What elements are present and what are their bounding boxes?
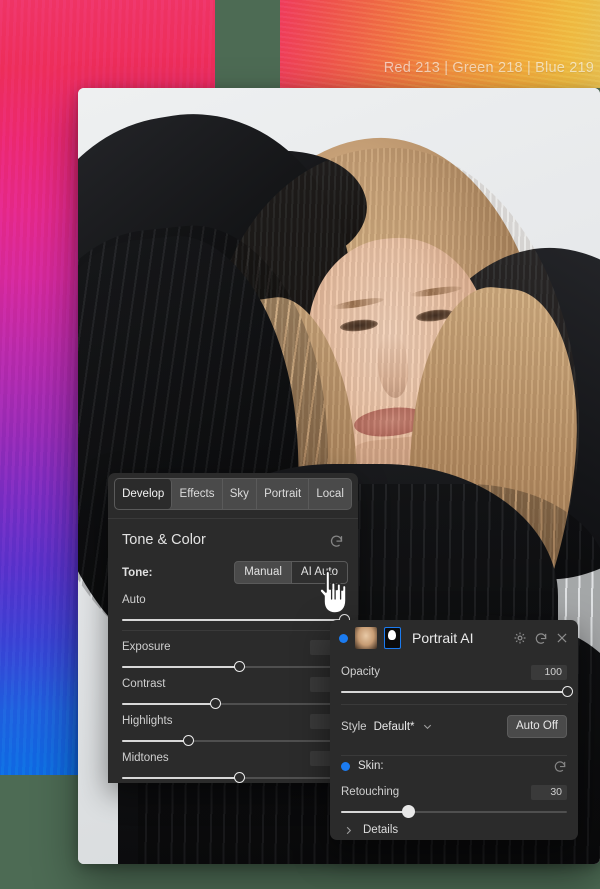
- close-icon[interactable]: [555, 631, 569, 645]
- style-label: Style: [341, 720, 367, 733]
- undo-arrow-icon[interactable]: [329, 533, 344, 548]
- chevron-right-icon[interactable]: [343, 825, 354, 836]
- slider-midtones: Midtones: [108, 742, 358, 783]
- layer-thumbnail[interactable]: [355, 627, 377, 649]
- section-title: Tone & Color: [122, 532, 206, 548]
- skin-section-header: Skin:: [330, 756, 578, 776]
- slider-label-highlights: Highlights: [122, 715, 173, 727]
- tone-manual-button[interactable]: Manual: [235, 562, 292, 583]
- slider-label-contrast: Contrast: [122, 678, 166, 690]
- opacity-label: Opacity: [341, 666, 380, 678]
- details-disclosure[interactable]: Details: [330, 813, 578, 836]
- mask-thumbnail[interactable]: [384, 627, 401, 649]
- opacity-control: Opacity 100: [330, 656, 578, 705]
- slider-contrast: Contrast: [108, 668, 358, 709]
- portrait-ai-header: Portrait AI: [330, 620, 578, 656]
- style-value[interactable]: Default*: [374, 721, 415, 733]
- blue-dot-icon[interactable]: [341, 761, 350, 771]
- tab-effects[interactable]: Effects: [172, 479, 223, 509]
- tab-local[interactable]: Local: [309, 479, 351, 509]
- details-label: Details: [363, 824, 399, 836]
- slider-track-contrast[interactable]: [122, 698, 344, 709]
- skin-separator-block: [330, 738, 578, 756]
- slider-highlights: Highlights: [108, 705, 358, 746]
- slider-track-highlights[interactable]: [122, 735, 344, 746]
- undo-arrow-icon[interactable]: [553, 759, 567, 773]
- slider-exposure: Exposure: [108, 631, 358, 672]
- develop-tabbar: Develop Effects Sky Portrait Local: [114, 478, 352, 510]
- slider-track-midtones[interactable]: [122, 772, 344, 783]
- style-row: Style Default* Auto Off: [330, 705, 578, 738]
- undo-arrow-icon[interactable]: [534, 631, 548, 645]
- blue-dot-icon[interactable]: [339, 633, 348, 643]
- slider-track-exposure[interactable]: [122, 661, 344, 672]
- tone-color-header: Tone & Color: [108, 519, 358, 559]
- slider-track-auto[interactable]: [122, 614, 350, 625]
- rgb-readout: Red 213 | Green 218 | Blue 219: [383, 60, 594, 76]
- gear-icon[interactable]: [513, 631, 527, 645]
- tab-sky[interactable]: Sky: [223, 479, 257, 509]
- opacity-slider-track[interactable]: [341, 686, 573, 697]
- portrait-ai-title: Portrait AI: [412, 630, 474, 646]
- slider-label-auto: Auto: [122, 594, 146, 606]
- slider-label-exposure: Exposure: [122, 641, 171, 653]
- develop-panel: Develop Effects Sky Portrait Local Tone …: [108, 473, 358, 783]
- skin-label: Skin:: [358, 760, 384, 772]
- background-warm-strip: Red 213 | Green 218 | Blue 219: [280, 0, 600, 88]
- slider-label-midtones: Midtones: [122, 752, 169, 764]
- opacity-value[interactable]: 100: [531, 664, 567, 680]
- retouching-label: Retouching: [341, 786, 400, 798]
- pointing-hand-cursor: [319, 570, 347, 614]
- retouching-value[interactable]: 30: [531, 784, 567, 800]
- tab-develop[interactable]: Develop: [115, 479, 173, 509]
- tone-label: Tone:: [122, 566, 153, 579]
- tab-portrait[interactable]: Portrait: [257, 479, 310, 509]
- auto-off-button[interactable]: Auto Off: [507, 715, 567, 738]
- retouching-slider-track[interactable]: [341, 805, 567, 818]
- portrait-ai-panel: Portrait AI Opacity 100 Style Default* A…: [330, 620, 578, 840]
- chevron-down-icon[interactable]: [422, 721, 433, 732]
- retouching-control: Retouching 30: [330, 776, 578, 818]
